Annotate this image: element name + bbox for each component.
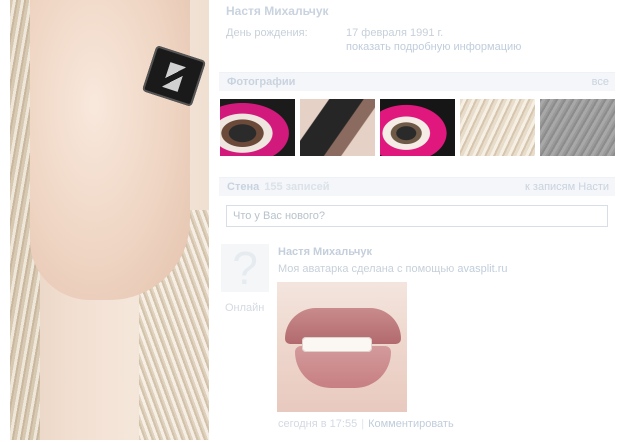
photo-thumb-1[interactable] bbox=[220, 99, 295, 156]
photo-thumb-5[interactable] bbox=[540, 99, 615, 156]
birthday-value[interactable]: 17 февраля 1991 г. bbox=[346, 27, 443, 39]
post-text: Моя аватарка сделана с помощью bbox=[278, 263, 455, 275]
wall-title: Стена bbox=[227, 181, 260, 193]
wall-count: 155 записей bbox=[264, 181, 330, 193]
comment-link[interactable]: Комментировать bbox=[368, 418, 454, 430]
profile-name: Настя Михальчук bbox=[226, 4, 329, 18]
post-timestamp[interactable]: сегодня в 17:55 bbox=[278, 418, 357, 430]
post-link[interactable]: avasplit.ru bbox=[457, 263, 507, 275]
hand-shape bbox=[30, 0, 190, 300]
photo-thumb-2[interactable] bbox=[300, 99, 375, 156]
photos-title[interactable]: Фотографии bbox=[227, 76, 295, 88]
wall-post-input[interactable] bbox=[227, 206, 603, 226]
post-footer-separator: | bbox=[361, 418, 365, 430]
photos-section-header: Фотографии все bbox=[219, 72, 615, 91]
birthday-label: День рождения: bbox=[226, 27, 308, 39]
photo-thumb-3[interactable] bbox=[380, 99, 455, 156]
wall-post-input-box[interactable] bbox=[226, 205, 608, 227]
post-author[interactable]: Настя Михальчук bbox=[278, 246, 372, 258]
question-mark-icon[interactable]: ? bbox=[221, 244, 269, 292]
post-footer: сегодня в 17:55 | Комментировать bbox=[278, 418, 454, 430]
wall-title-wrap[interactable]: Стена 155 записей bbox=[227, 181, 329, 193]
lip-bottom-shape bbox=[295, 346, 391, 388]
to-posts-link[interactable]: к записям Насти bbox=[525, 181, 609, 193]
teeth-shape bbox=[302, 337, 372, 352]
show-more-info-link[interactable]: показать подробную информацию bbox=[346, 41, 521, 53]
photos-all-link[interactable]: все bbox=[592, 76, 609, 88]
profile-avatar-photo[interactable] bbox=[10, 0, 209, 440]
wall-section-header: Стена 155 записей к записям Насти bbox=[219, 177, 615, 196]
online-status: Онлайн bbox=[225, 302, 265, 314]
post-photo[interactable] bbox=[277, 282, 407, 412]
photo-thumb-4[interactable] bbox=[460, 99, 535, 156]
post-text-line: Моя аватарка сделана с помощью avasplit.… bbox=[278, 263, 508, 275]
